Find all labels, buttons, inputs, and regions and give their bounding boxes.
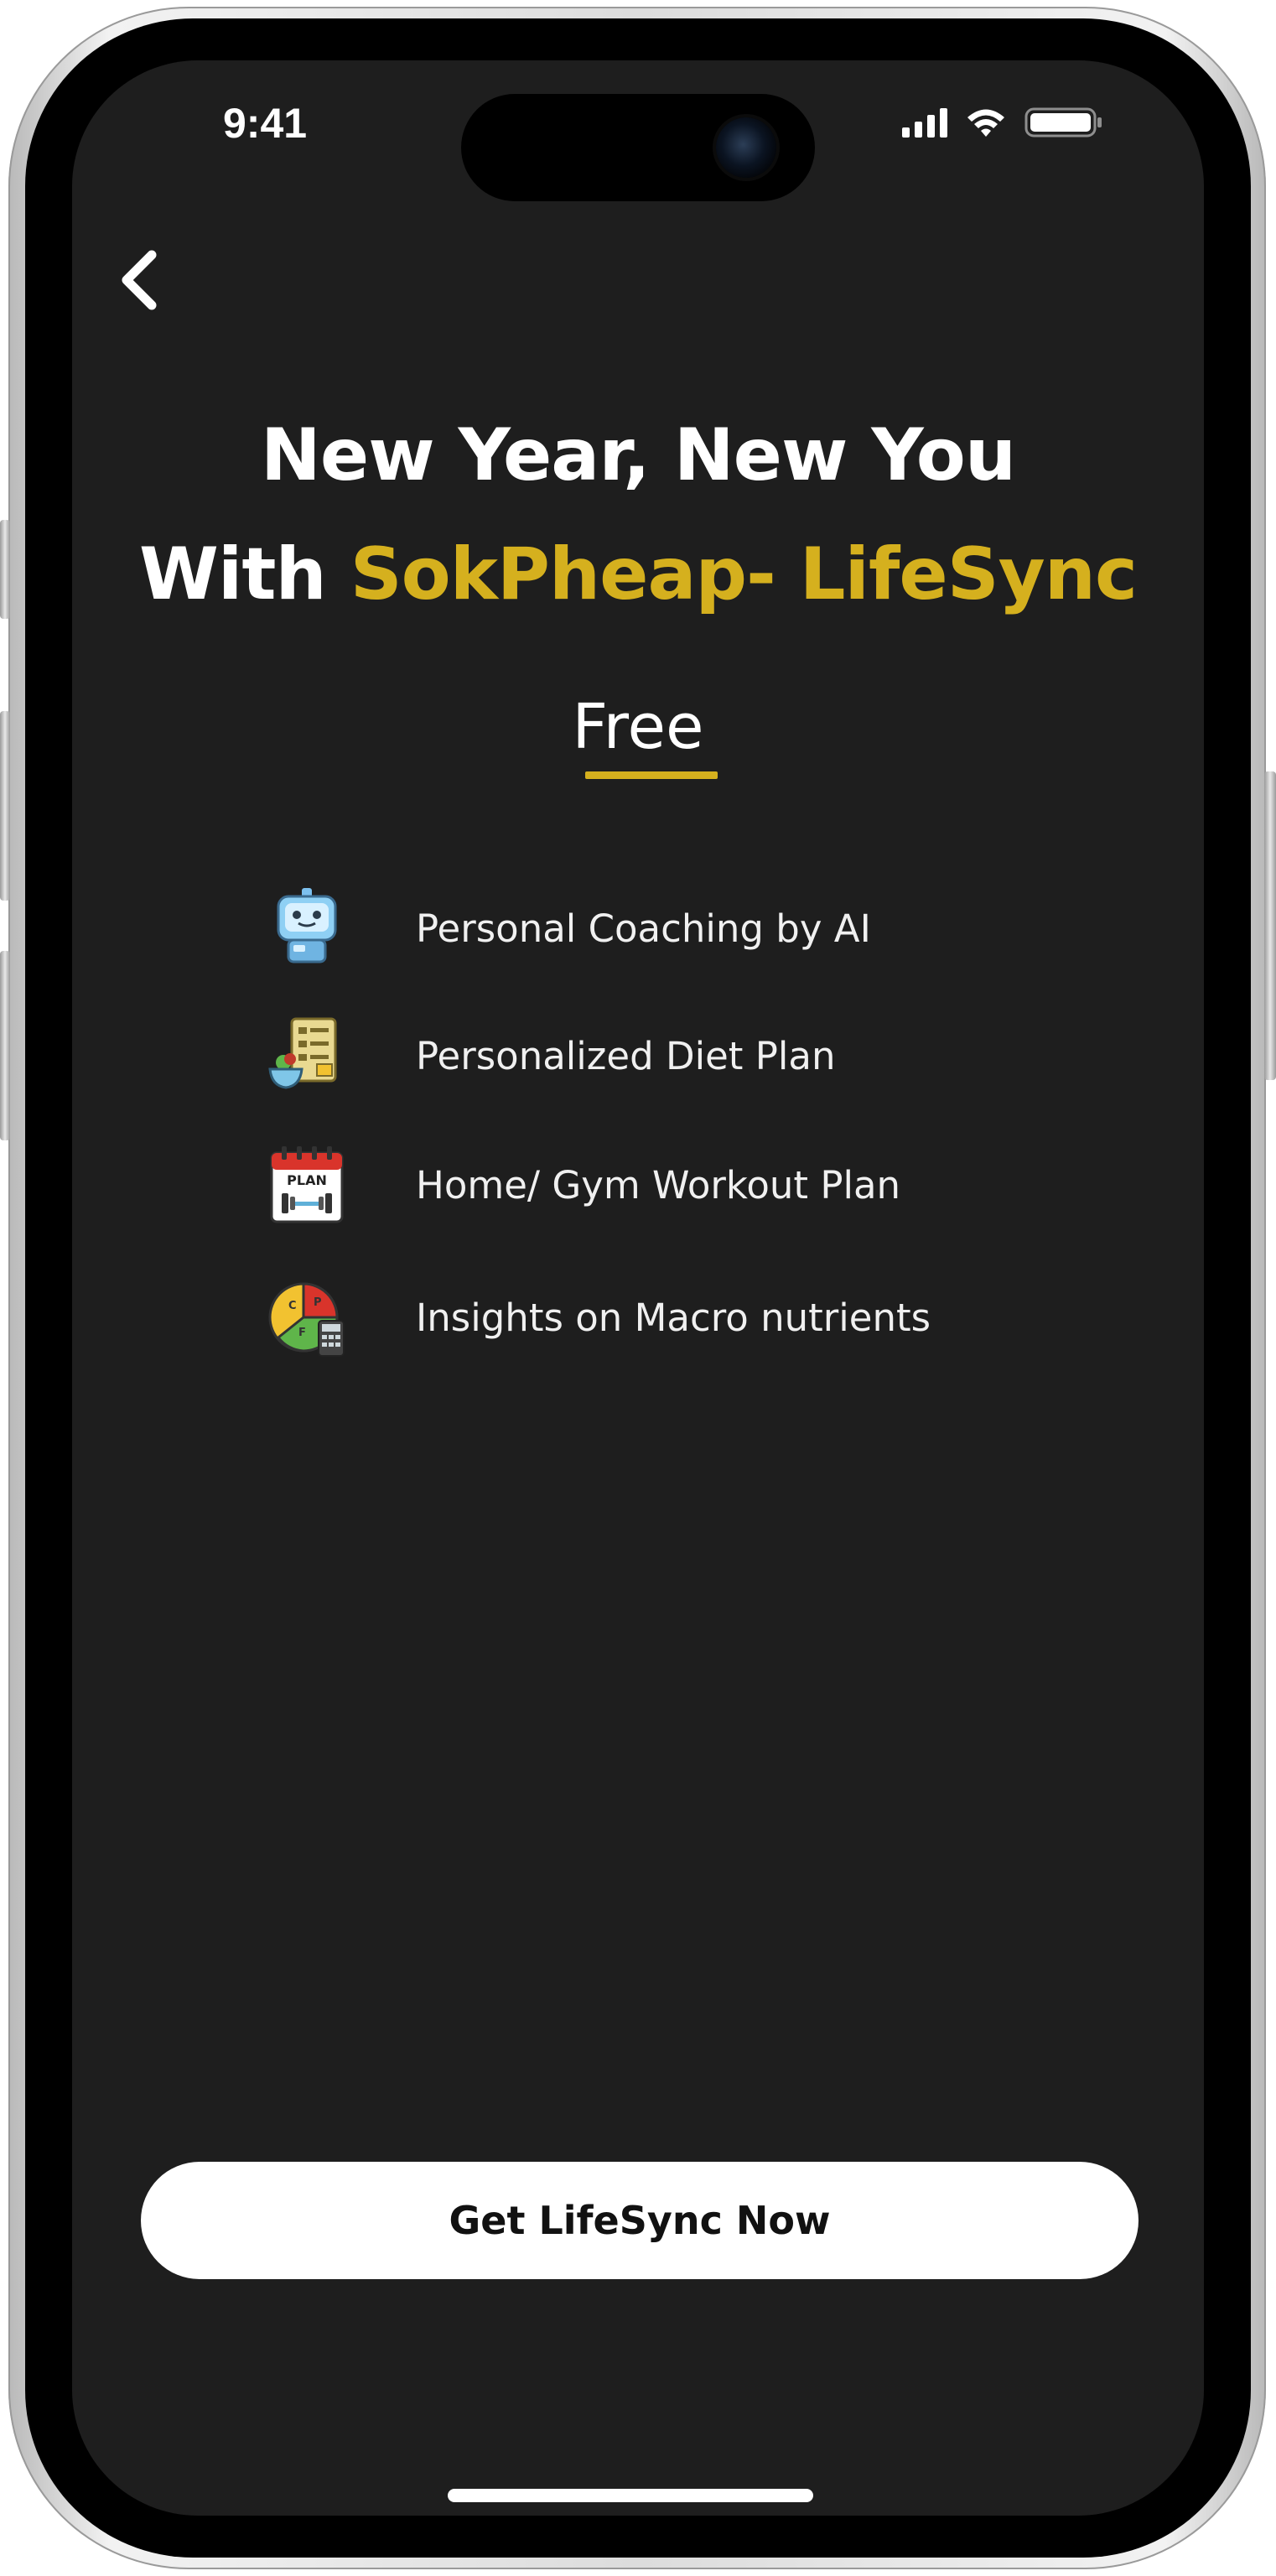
back-button[interactable] <box>106 238 173 322</box>
robot-icon <box>277 888 337 963</box>
volume-up-button <box>0 711 10 901</box>
diet-plan-icon <box>268 1017 337 1089</box>
feature-label: Personalized Diet Plan <box>416 1033 836 1078</box>
cellular-signal-icon <box>902 107 947 138</box>
headline-prefix: With <box>139 532 327 616</box>
feature-item-ai-coaching: Personal Coaching by AI <box>265 882 871 974</box>
svg-text:P: P <box>314 1296 322 1309</box>
volume-down-button <box>0 951 10 1140</box>
battery-icon <box>1024 107 1102 138</box>
feature-label: Insights on Macro nutrients <box>416 1295 931 1340</box>
action-button <box>0 520 10 619</box>
front-camera <box>716 117 776 178</box>
feature-item-workout-plan: PLAN Home/ Gym Workout Plan <box>265 1139 900 1231</box>
headline-line2: With SokPheap- LifeSync <box>72 515 1204 634</box>
status-time: 9:41 <box>223 100 308 147</box>
feature-label: Home/ Gym Workout Plan <box>416 1162 901 1208</box>
svg-text:C: C <box>288 1300 297 1312</box>
svg-text:F: F <box>298 1327 306 1339</box>
wifi-icon <box>967 109 1004 137</box>
power-button <box>1264 771 1276 1080</box>
feature-item-diet-plan: Personalized Diet Plan <box>265 1010 836 1102</box>
macro-nutrients-chart-icon: C P F <box>268 1282 345 1357</box>
feature-item-macro-insights: C P F Insights on Macro nutrients <box>265 1271 931 1363</box>
home-indicator[interactable] <box>448 2489 813 2502</box>
plan-tier-label: Free <box>572 691 704 763</box>
app-screen: 9:41 New Year, New You With SokPheap- Li… <box>72 60 1204 2516</box>
brand-name: SokPheap- LifeSync <box>350 532 1138 616</box>
chevron-left-icon <box>122 250 157 310</box>
svg-text:PLAN: PLAN <box>287 1172 327 1188</box>
get-lifesync-button[interactable]: Get LifeSync Now <box>141 2162 1139 2279</box>
status-icons <box>902 104 1103 141</box>
headline-line1: New Year, New You <box>260 413 1016 497</box>
promo-headline: New Year, New You With SokPheap- LifeSyn… <box>72 396 1204 634</box>
feature-label: Personal Coaching by AI <box>416 906 871 951</box>
workout-plan-calendar-icon: PLAN <box>270 1146 344 1223</box>
plan-tier-underline <box>585 771 718 779</box>
